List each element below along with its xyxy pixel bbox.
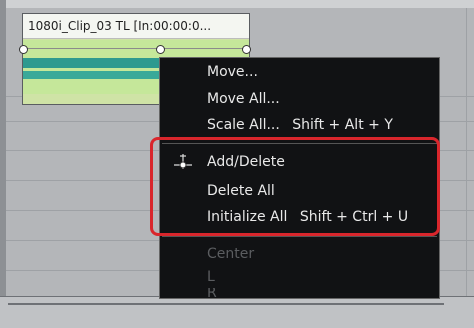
menu-item-shortcut: Shift + Alt + Y — [292, 117, 393, 133]
keyframe-node[interactable] — [156, 45, 165, 54]
menu-item-label: Scale All... — [207, 117, 280, 133]
timeline-right-edge — [466, 8, 467, 296]
menu-item-left[interactable]: L — [207, 266, 215, 288]
timeline-top-strip — [0, 0, 474, 8]
highlight-annotation — [150, 137, 440, 236]
menu-item-right[interactable]: R — [207, 288, 217, 298]
clip-title: 1080i_Clip_03 TL [In:00:00:0... — [23, 14, 249, 39]
keyframe-node[interactable] — [19, 45, 28, 54]
scrollbar-track[interactable] — [8, 303, 444, 305]
menu-item-center[interactable]: Center — [207, 243, 254, 265]
menu-item-move[interactable]: Move... — [207, 61, 258, 83]
menu-item-move-all[interactable]: Move All... — [207, 88, 280, 110]
timeline-scrollbar[interactable] — [0, 296, 474, 328]
rubber-band-line[interactable] — [23, 48, 249, 49]
track-left-bar — [0, 0, 6, 327]
menu-separator — [162, 236, 437, 237]
keyframe-node[interactable] — [242, 45, 251, 54]
menu-item-scale-all[interactable]: Scale All... Shift + Alt + Y — [207, 114, 393, 136]
